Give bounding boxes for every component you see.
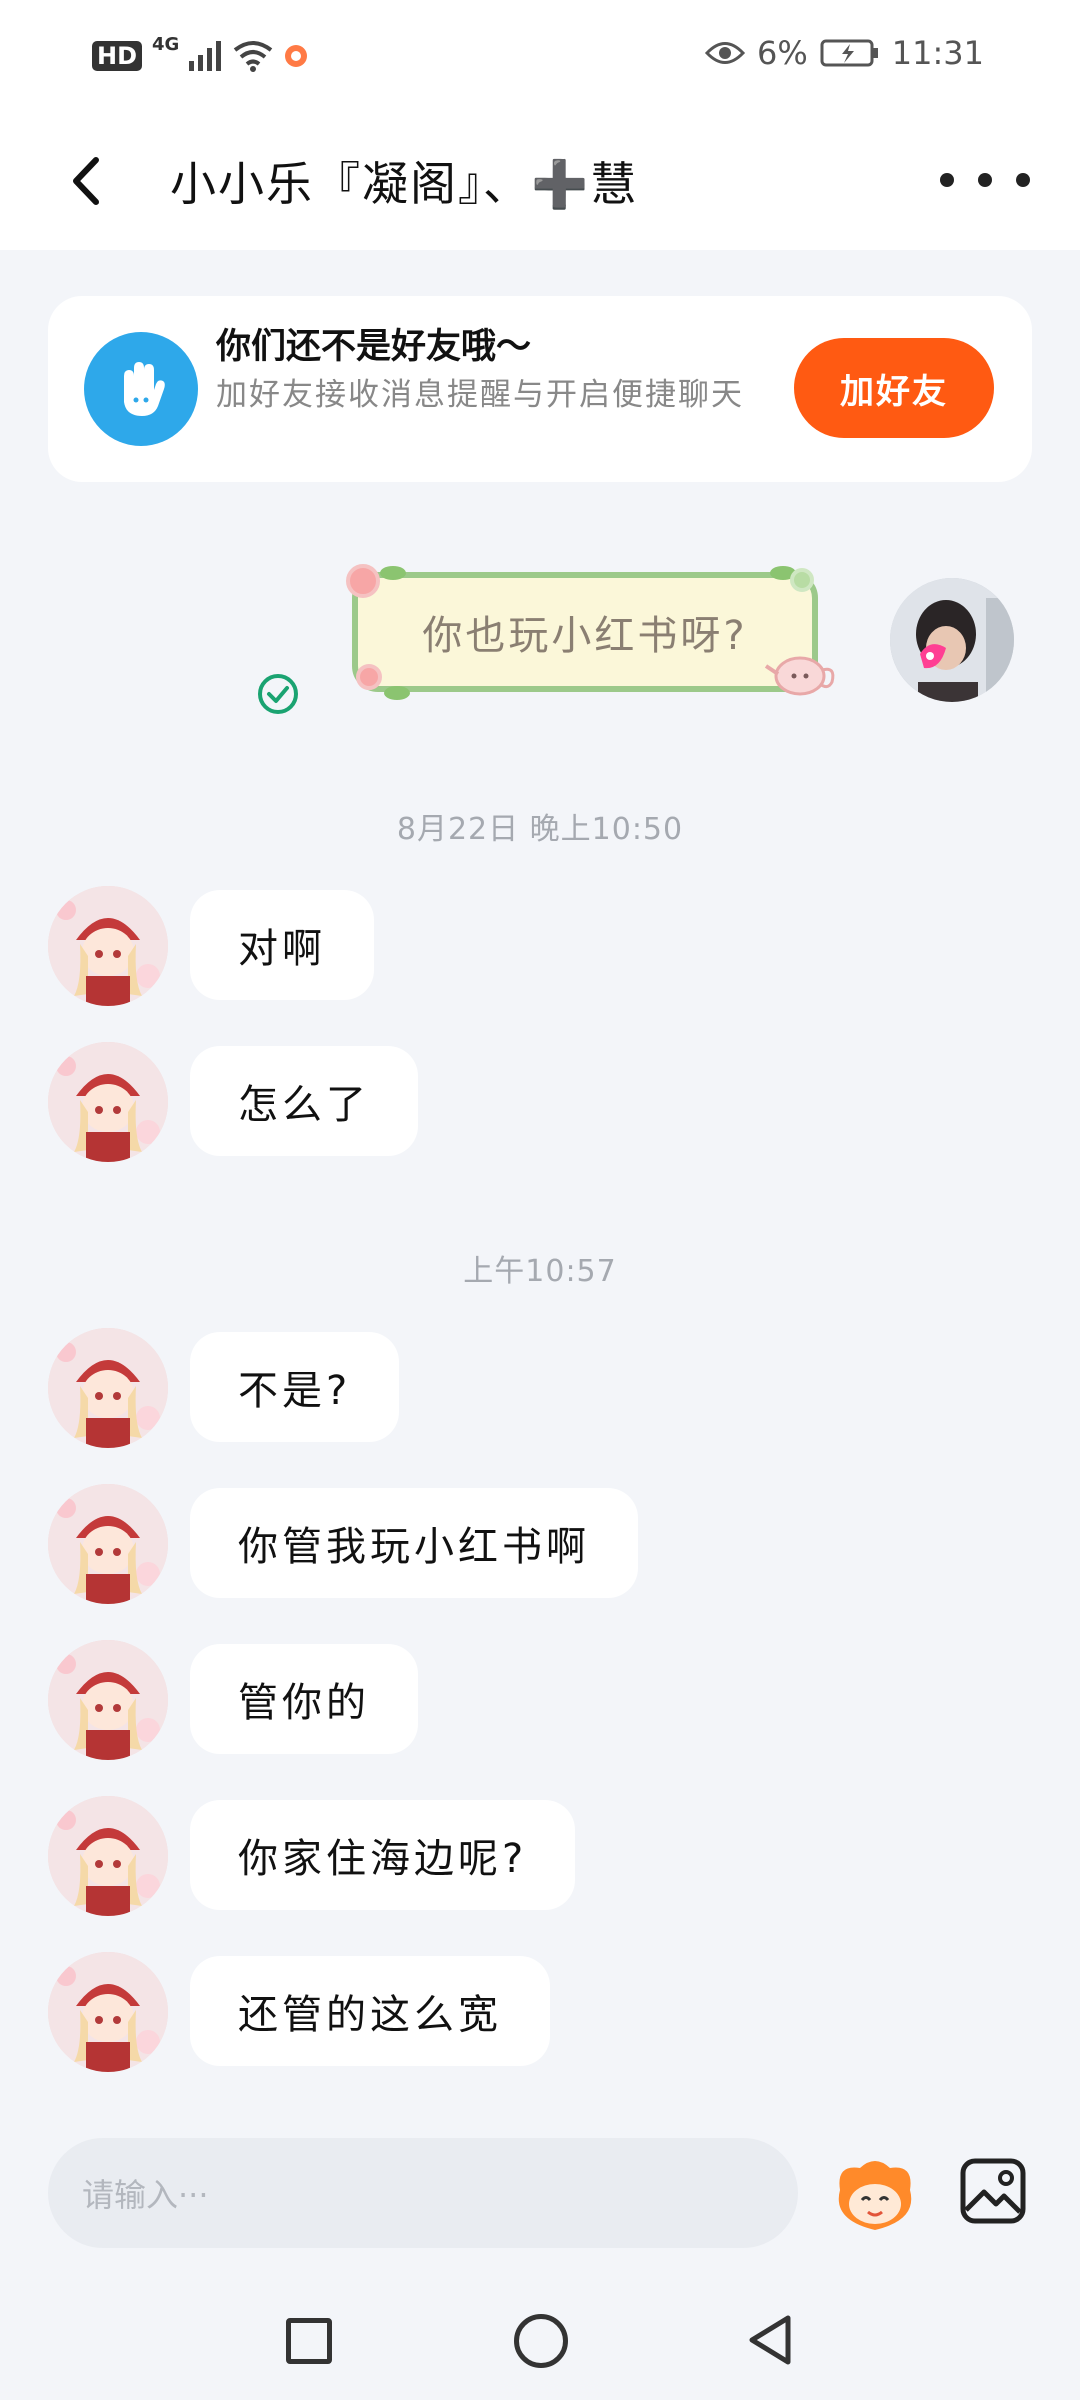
flower-decoration-icon — [346, 564, 380, 598]
contact-avatar[interactable] — [48, 1952, 168, 2072]
message-input[interactable]: 请输入··· — [48, 2138, 798, 2248]
mascot-emoji-icon — [838, 2161, 912, 2230]
received-message-row: 不是? — [0, 1328, 1080, 1448]
status-left: HD 4G — [92, 34, 309, 77]
sent-message-row: 你也玩小红书呀? — [0, 560, 1080, 740]
chat-title: 小小乐『凝阁』、➕慧 — [170, 157, 639, 211]
triangle-back-icon — [749, 2315, 791, 2365]
network-type: 4G — [152, 34, 180, 55]
image-picker-button[interactable] — [958, 2156, 1028, 2226]
system-back-button[interactable] — [740, 2310, 800, 2370]
sent-message-bubble[interactable]: 你也玩小红书呀? — [352, 572, 818, 692]
recents-button[interactable] — [286, 2318, 332, 2364]
received-message-row: 对啊 — [0, 886, 1080, 1006]
status-bar: HD 4G 6% 11:31 — [0, 0, 1080, 110]
friend-prompt-description: 加好友接收消息提醒与开启便捷聊天 — [216, 377, 744, 413]
received-message-row: 你家住海边呢? — [0, 1796, 1080, 1916]
more-dot-icon — [1016, 173, 1030, 187]
hand-wave-icon — [84, 332, 198, 446]
contact-avatar[interactable] — [48, 1042, 168, 1162]
received-message-bubble[interactable]: 你管我玩小红书啊 — [190, 1488, 638, 1598]
received-message-bubble[interactable]: 管你的 — [190, 1644, 418, 1754]
flower-decoration-icon — [356, 664, 382, 690]
received-message-bubble[interactable]: 对啊 — [190, 890, 374, 1000]
home-button[interactable] — [514, 2314, 568, 2368]
contact-avatar[interactable] — [48, 1484, 168, 1604]
contact-avatar[interactable] — [48, 1796, 168, 1916]
eye-icon — [705, 42, 746, 64]
received-message-bubble[interactable]: 还管的这么宽 — [190, 1956, 550, 2066]
message-timestamp: 上午10:57 — [463, 1254, 617, 1289]
message-timestamp: 8月22日 晚上10:50 — [396, 812, 684, 847]
emoji-button[interactable] — [830, 2150, 920, 2240]
self-avatar[interactable] — [890, 578, 1014, 702]
contact-avatar[interactable] — [48, 1640, 168, 1760]
notification-app-icon — [285, 44, 308, 67]
more-dot-icon — [940, 173, 954, 187]
received-message-row: 你管我玩小红书啊 — [0, 1484, 1080, 1604]
teapot-sticker-icon — [764, 656, 835, 696]
contact-avatar[interactable] — [48, 1328, 168, 1448]
contact-avatar[interactable] — [48, 886, 168, 1006]
wifi-icon — [234, 40, 273, 72]
add-friend-button[interactable]: 加好友 — [794, 338, 994, 438]
back-button[interactable] — [54, 146, 124, 216]
status-right: 6% 11:31 — [705, 34, 984, 72]
received-message-row: 管你的 — [0, 1640, 1080, 1760]
signal-icon — [189, 40, 222, 71]
more-options-button[interactable] — [940, 155, 1030, 205]
friend-prompt-title: 你们还不是好友哦～ — [216, 327, 532, 367]
leaf-decoration-icon — [384, 686, 410, 700]
chat-header: 小小乐『凝阁』、➕慧 — [0, 110, 1080, 250]
clock: 11:31 — [891, 34, 984, 72]
chevron-left-icon — [73, 157, 99, 205]
read-check-icon — [258, 674, 298, 714]
add-friend-card: 你们还不是好友哦～ 加好友接收消息提醒与开启便捷聊天 加好友 — [48, 296, 1032, 482]
received-message-row: 还管的这么宽 — [0, 1952, 1080, 2072]
received-message-bubble[interactable]: 不是? — [190, 1332, 400, 1442]
system-nav-bar — [0, 2280, 1080, 2400]
more-dot-icon — [978, 173, 992, 187]
battery-percent: 6% — [757, 34, 808, 72]
image-icon — [960, 2158, 1026, 2224]
received-message-bubble[interactable]: 你家住海边呢? — [190, 1800, 576, 1910]
flower-decoration-icon — [790, 568, 814, 592]
battery-icon — [820, 39, 878, 67]
leaf-decoration-icon — [380, 566, 406, 580]
hd-badge: HD — [92, 40, 143, 71]
received-message-row: 怎么了 — [0, 1042, 1080, 1162]
message-input-bar: 请输入··· — [0, 2100, 1080, 2280]
received-message-bubble[interactable]: 怎么了 — [190, 1046, 418, 1156]
